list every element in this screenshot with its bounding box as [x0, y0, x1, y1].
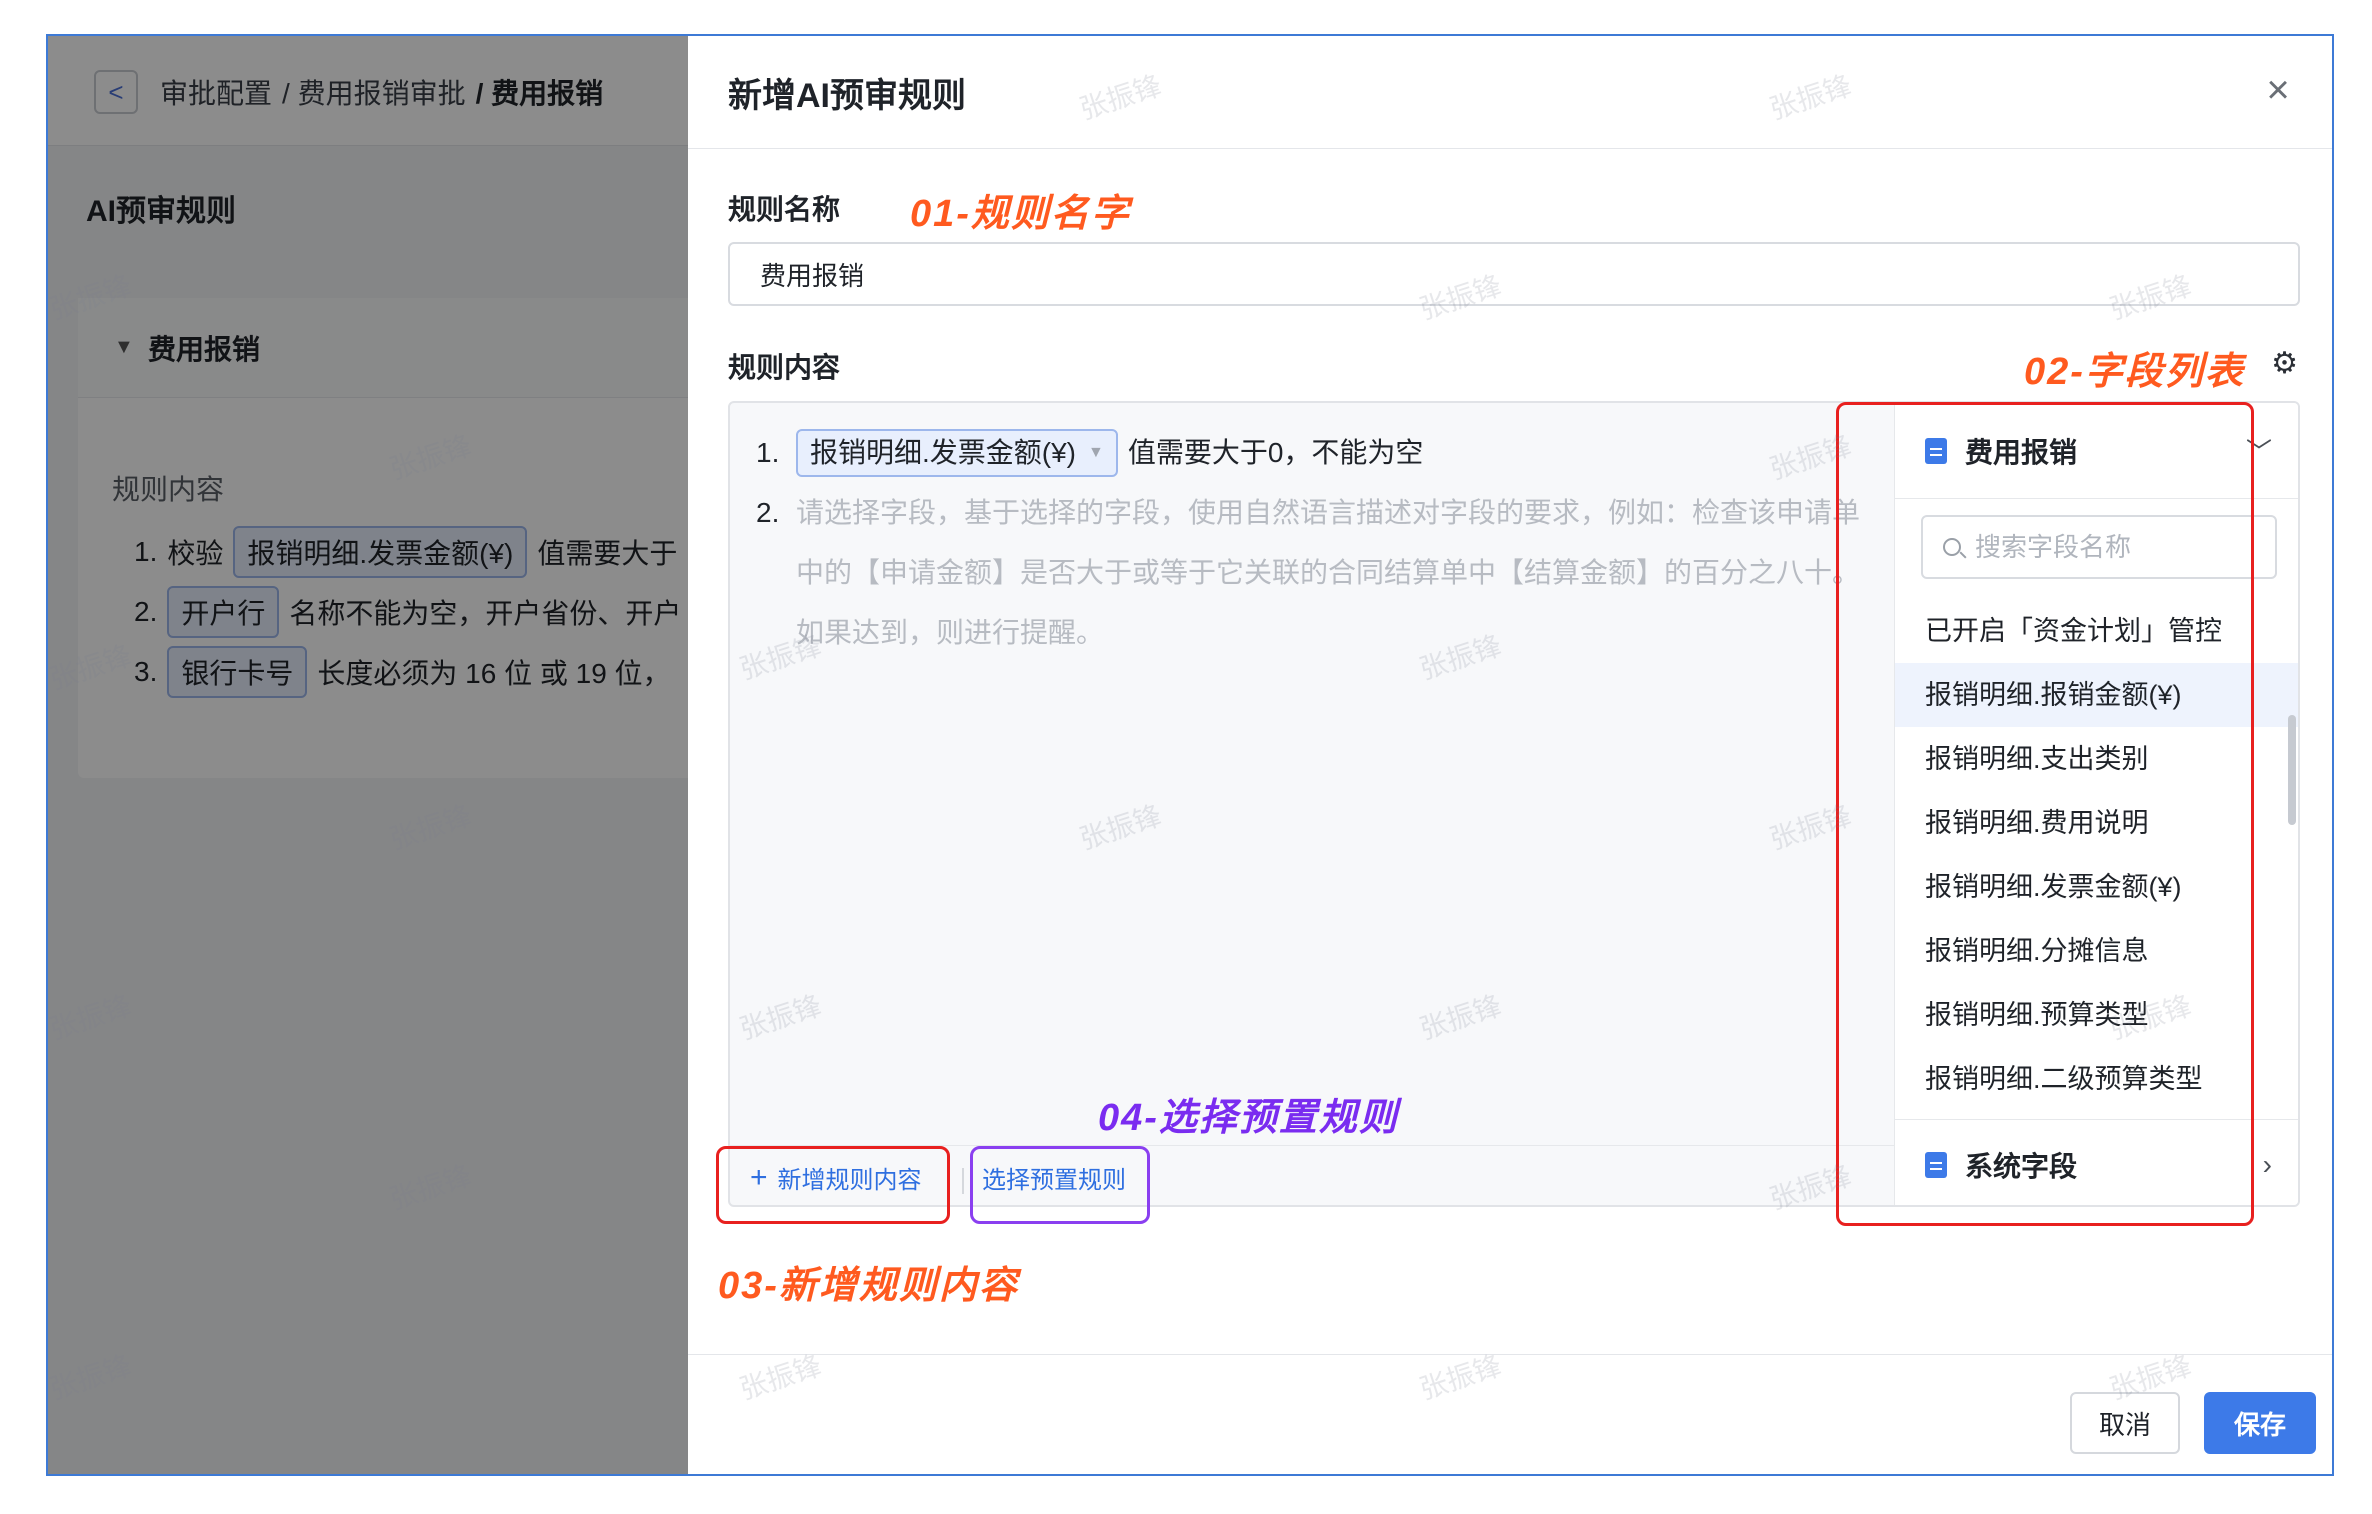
annotation-box-preset-rule — [970, 1146, 1150, 1224]
field-chip[interactable]: 报销明细.发票金额(¥) ▼ — [796, 429, 1118, 477]
add-rule-drawer: 新增AI预审规则 × 规则名称 01-规则名字 费用报销 规则内容 02-字段列… — [688, 36, 2332, 1474]
divider — [688, 1354, 2332, 1355]
gear-icon[interactable]: ⚙ — [2271, 346, 2298, 381]
rule-name-input[interactable]: 费用报销 — [728, 242, 2300, 306]
annotation-preset-rule: 04-选择预置规则 — [1098, 1097, 1399, 1139]
rule-editor-text[interactable]: 1. 报销明细.发票金额(¥) ▼ 值需要大于0，不能为空 2. 请选择字段，基… — [730, 403, 1894, 1143]
rule-line: 1. 报销明细.发票金额(¥) ▼ 值需要大于0，不能为空 — [756, 423, 1423, 483]
rule-name-label: 规则名称 — [728, 194, 841, 225]
rule-number: 1. — [756, 437, 780, 468]
annotation-box-field-list — [1836, 402, 2254, 1226]
annotation-field-list: 02-字段列表 — [2024, 351, 2245, 393]
rule-text: 值需要大于0，不能为空 — [1127, 437, 1424, 468]
annotation-rule-name: 01-规则名字 — [910, 193, 1131, 235]
divider — [962, 1168, 964, 1194]
close-icon[interactable]: × — [2258, 70, 2298, 110]
rule-content-label: 规则内容 — [728, 352, 841, 383]
rule-placeholder-text: 请选择字段，基于选择的字段，使用自然语言描述对字段的要求，例如：检查该申请单中的… — [796, 497, 1861, 648]
chevron-right-icon[interactable]: › — [2263, 1149, 2272, 1181]
drawer-title: 新增AI预审规则 — [728, 77, 966, 115]
cancel-button[interactable]: 取消 — [2070, 1392, 2180, 1454]
annotation-add-rule: 03-新增规则内容 — [718, 1265, 1019, 1307]
divider — [688, 148, 2332, 149]
caret-down-icon[interactable]: ▼ — [1088, 423, 1104, 483]
annotation-box-add-rule — [716, 1146, 950, 1224]
scrollbar[interactable] — [2288, 715, 2296, 825]
save-button[interactable]: 保存 — [2204, 1392, 2316, 1454]
rule-line-placeholder: 2. 请选择字段，基于选择的字段，使用自然语言描述对字段的要求，例如：检查该申请… — [756, 483, 1866, 663]
field-chip-label: 报销明细.发票金额(¥) — [810, 437, 1077, 468]
app-window: < 审批配置 / 费用报销审批 / 费用报销 AI预审规则 ▼ 费用报销 规则内… — [46, 34, 2334, 1476]
rule-number: 2. — [756, 497, 780, 528]
